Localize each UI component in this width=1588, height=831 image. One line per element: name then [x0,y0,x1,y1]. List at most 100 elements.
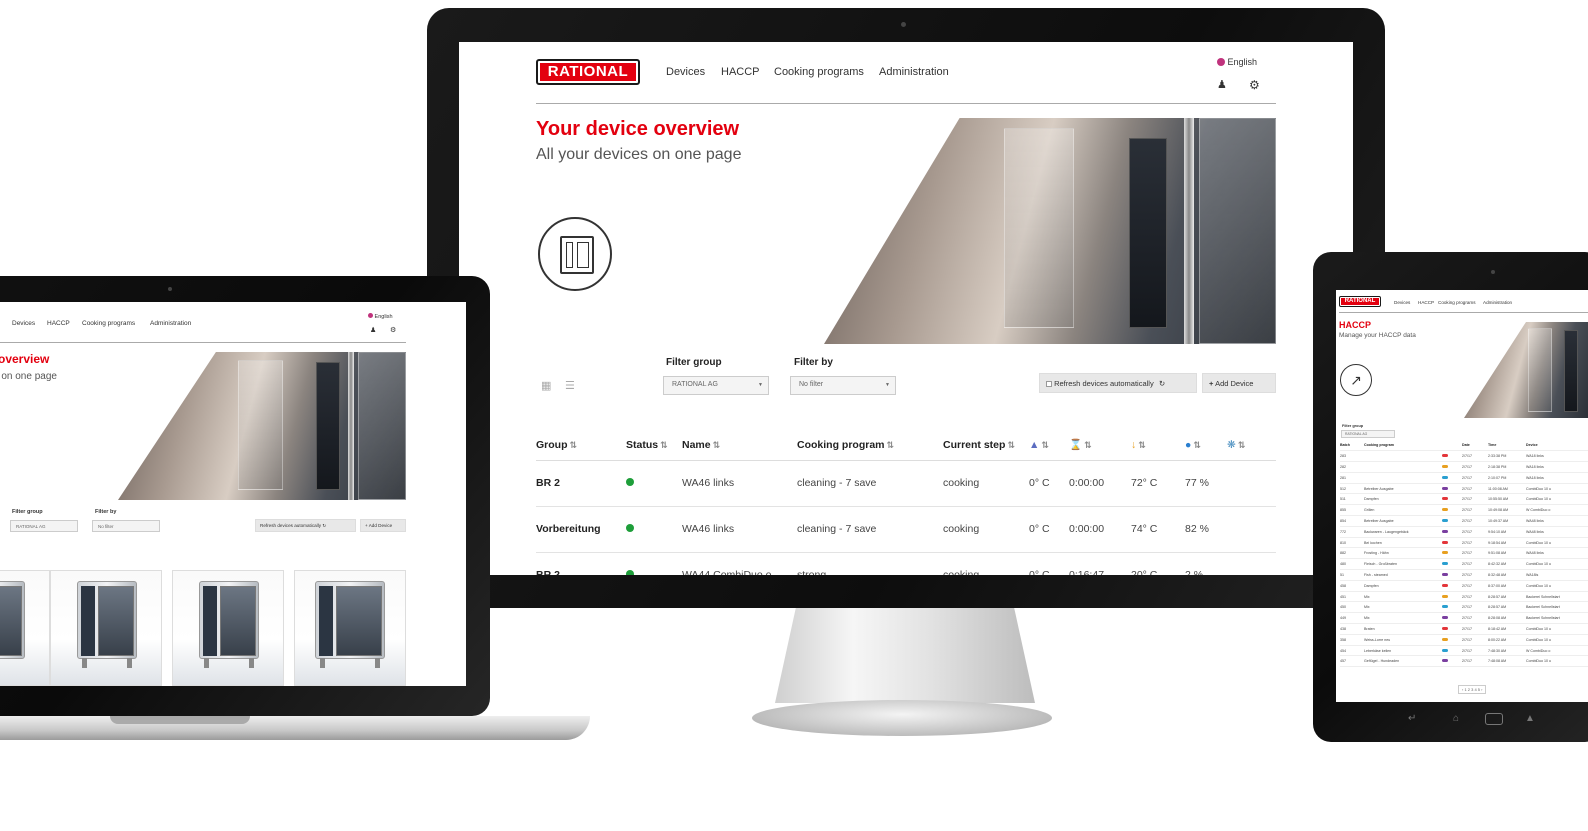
col-device[interactable]: Device [1526,440,1588,452]
nav-cooking-programs[interactable]: Cooking programs [774,66,864,78]
recent-apps-icon[interactable] [1485,713,1503,725]
add-device-button[interactable]: + Add Device [360,519,406,532]
table-row[interactable]: 854 Betreiber Ausgabe 2/7/17 10:49:37 AM WA4… [1340,515,1588,527]
col-cooking-program[interactable]: Cooking program ⇅ [797,430,943,461]
nav-devices[interactable]: Devices [1394,300,1410,305]
table-row[interactable]: 282 2/7/17 2:18:38 PM WA18 links [1340,461,1588,473]
table-row[interactable]: BR 2 WA46 links cleaning - 7 save cookin… [536,460,1276,507]
col-icon [1442,440,1462,452]
col-group[interactable]: Group ⇅ [536,430,626,461]
col-current-step[interactable]: Current step ⇅ [943,430,1029,461]
home-icon[interactable]: ⌂ [1453,713,1459,724]
nav-haccp[interactable]: HACCP [47,320,70,327]
nav-administration[interactable]: Administration [1483,300,1512,305]
filter-group-label: Filter group [12,509,43,515]
language-selector[interactable]: English [1217,57,1257,67]
gear-icon[interactable]: ⚙ [1249,78,1260,92]
date-cell: 2/7/17 [1462,645,1488,657]
food-category-icon [1442,626,1448,630]
program-cell [1364,450,1442,463]
nav-cooking-programs[interactable]: Cooking programs [1438,300,1476,305]
gear-icon[interactable]: ⚙ [390,326,396,334]
table-row[interactable]: 458 Dampfen 2/7/17 8:37:00 AM CombiDuo 10 u [1340,580,1588,592]
filter-group-dropdown[interactable]: RATIONAL AG [1341,430,1395,438]
time-cell: 10:49:37 AM [1488,515,1526,527]
refresh-automatically-toggle[interactable]: Refresh devices automatically ↻ [1039,373,1197,393]
batch-cell: 283 [1340,450,1364,463]
table-row[interactable]: 512 Betreiber Ausgabe 2/7/17 11:00:08 AM Com… [1340,483,1588,495]
col-cavity-temp[interactable]: ▲ ⇅ [1029,430,1069,461]
nav-haccp[interactable]: HACCP [1418,300,1434,305]
table-row[interactable]: 281 2/7/17 2:10:07 PM WA18 links [1340,472,1588,484]
col-cooking-program[interactable]: Cooking program [1364,440,1442,452]
col-humidity[interactable]: ● ⇅ [1185,430,1227,461]
table-row[interactable]: 882 Frosting - Hähn 2/7/17 9:51:08 AM WA48 l… [1340,547,1588,560]
table-row[interactable]: Vorbereitung WA46 links cleaning - 7 sav… [536,506,1276,553]
filter-by-dropdown[interactable]: No filter ▼ [790,376,896,395]
header-divider [0,342,406,343]
table-row[interactable]: 438 Braten 2/7/17 8:18:42 AM CombiDuo 10 u [1340,623,1588,635]
col-name[interactable]: Name ⇅ [682,430,797,461]
col-date[interactable]: Date [1462,440,1488,452]
table-row[interactable]: 511 Dampfen 2/7/17 10:55:50 AM CombiDuo 10 u [1340,493,1588,506]
list-view-icon[interactable]: ☰ [565,379,575,392]
rational-logo[interactable]: RATIONAL [1339,296,1381,307]
user-icon[interactable]: ♟ [1217,78,1227,91]
language-selector[interactable]: English [368,313,393,320]
col-time[interactable]: Time [1488,440,1526,452]
col-fan[interactable]: ❋ ⇅ [1227,430,1276,461]
filter-by-label: Filter by [95,509,117,515]
nav-cooking-programs[interactable]: Cooking programs [82,320,135,327]
col-core-temp[interactable]: ↓ ⇅ [1131,430,1185,461]
date-cell: 2/7/17 [1462,580,1488,592]
filter-by-dropdown[interactable]: No filter [92,520,160,532]
checkbox[interactable] [1046,381,1052,387]
program-cell: Backwaren - Laugengebäck [1364,526,1442,538]
date-cell: 2/7/17 [1462,537,1488,549]
grid-view-icon[interactable]: ▦ [541,379,551,392]
program-cell: Betreiber Ausgabe [1364,483,1442,495]
back-icon[interactable]: ↵ [1408,713,1416,724]
table-row[interactable]: 358 Weiss-Lorre neu 2/7/17 8:00:22 AM CombiD… [1340,634,1588,646]
program-type-icon [1442,645,1462,657]
refresh-automatically-toggle[interactable]: Refresh devices automatically ↻ [255,519,356,532]
table-row[interactable]: 51 Fish - steamed 2/7/17 8:32:48 AM WA18ls [1340,569,1588,581]
table-row[interactable]: 450 Mix 2/7/17 8:28:57 AM Backerei Schnellst… [1340,601,1588,614]
nav-devices[interactable]: Devices [666,66,705,78]
user-icon[interactable]: ♟ [370,326,376,334]
table-row[interactable]: 480 Fleisch - Großbraten 2/7/17 8:42:32 AM C… [1340,558,1588,571]
table-row[interactable]: 449 Mix 2/7/17 8:28:08 AM Backerei Schnellst… [1340,612,1588,625]
table-row[interactable]: 283 2/7/17 2:33:38 PM WA18 links [1340,450,1588,463]
device-card[interactable] [172,570,284,686]
table-row[interactable]: 810 Bei kochen 2/7/17 9:18:54 AM CombiDuo 10… [1340,537,1588,549]
table-row[interactable]: 457 Geflügel - Hundeaden 2/7/17 7:48:08 AM C… [1340,655,1588,668]
table-row[interactable]: BR 2 WA44 CombiDuo o strong cooking 0° C… [536,552,1276,575]
col-batch[interactable]: Batch [1340,440,1364,452]
nav-devices[interactable]: Devices [12,320,35,327]
device-card[interactable] [50,570,162,686]
filter-group-label: Filter group [666,357,722,368]
nav-haccp[interactable]: HACCP [721,66,760,78]
add-device-button[interactable]: + Add Device [1202,373,1276,393]
device-cell: CombiDuo 10 u [1526,580,1588,592]
filter-group-dropdown[interactable]: RATIONAL AG ▼ [663,376,769,395]
table-row[interactable]: 451 Mix 2/7/17 8:28:57 AM Backerei Schnellst… [1340,591,1588,603]
oven-image [0,581,25,659]
program-type-icon [1442,558,1462,571]
device-card[interactable] [0,570,50,686]
filter-group-dropdown[interactable]: RATIONAL AG [10,520,78,532]
device-cell: Backerei Schnellstart [1526,591,1588,603]
device-card[interactable] [294,570,406,686]
pagination[interactable]: ‹ 1 2 3 4 5 › [1458,685,1487,694]
rational-logo[interactable]: RATIONAL [536,59,640,85]
table-row[interactable]: 855 Grillen 2/7/17 10:49:08 AM W CombiDuo o [1340,504,1588,517]
table-row[interactable]: 772 Backwaren - Laugengebäck 2/7/17 9:54:10… [1340,526,1588,538]
col-time[interactable]: ⌛ ⇅ [1069,430,1131,461]
nav-administration[interactable]: Administration [879,66,949,78]
program-type-icon [1442,547,1462,560]
up-icon[interactable]: ▲ [1525,713,1535,724]
nav-administration[interactable]: Administration [150,320,191,327]
col-status[interactable]: Status ⇅ [626,430,682,461]
table-row[interactable]: 454 Leberkäse keilen 2/7/17 7:48:30 AM W Com… [1340,645,1588,657]
program-cell: Mix [1364,591,1442,603]
